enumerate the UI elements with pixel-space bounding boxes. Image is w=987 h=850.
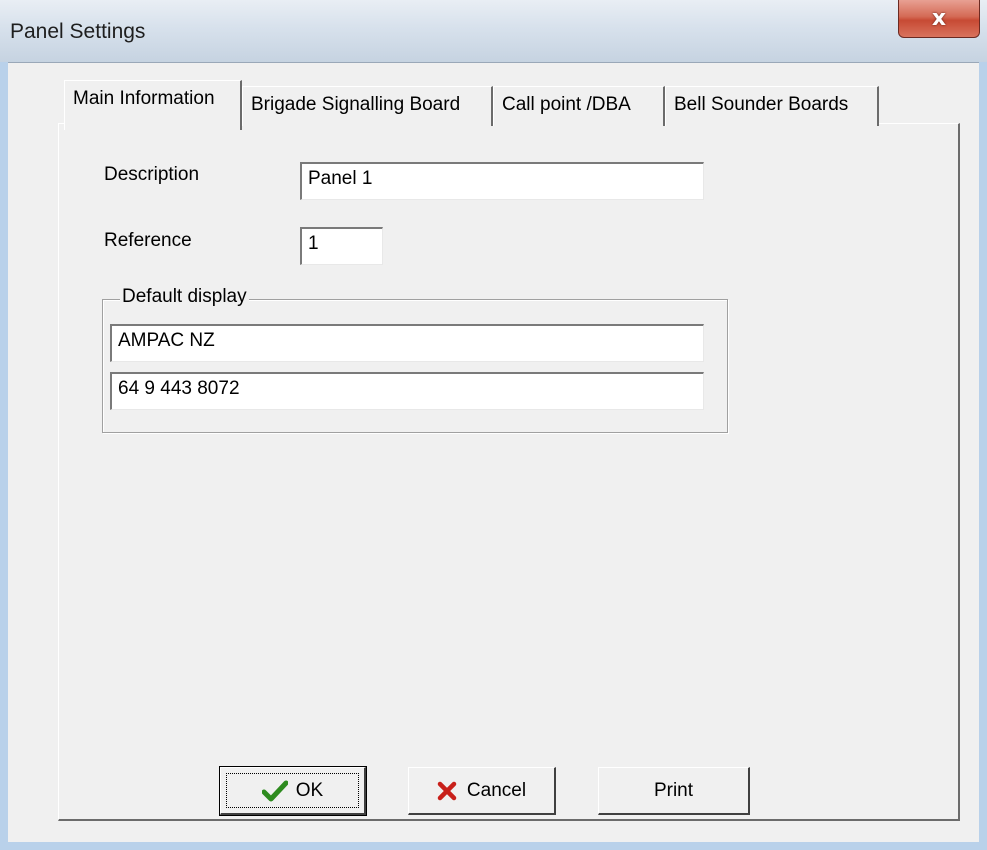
description-label: Description	[104, 164, 200, 185]
tab-call-point-dba[interactable]: Call point /DBA	[493, 86, 665, 126]
tab-label: Call point /DBA	[502, 94, 631, 115]
close-icon: x	[931, 6, 947, 31]
tab-panel-main-information	[58, 123, 960, 821]
default-display-legend: Default display	[120, 286, 249, 308]
tab-main-information[interactable]: Main Information	[64, 80, 242, 130]
reference-field[interactable]: 1	[300, 227, 383, 265]
title-bar[interactable]: Panel Settings x	[0, 0, 987, 62]
description-field[interactable]: Panel 1	[300, 162, 704, 200]
print-label: Print	[653, 779, 694, 801]
tab-label: Bell Sounder Boards	[674, 94, 849, 115]
default-display-line2-field[interactable]: 64 9 443 8072	[110, 372, 704, 410]
ok-button[interactable]: OK	[219, 766, 367, 816]
tab-label: Brigade Signalling Board	[251, 94, 461, 115]
default-display-group	[102, 299, 728, 433]
reference-label: Reference	[104, 230, 192, 251]
tab-bell-sounder-boards[interactable]: Bell Sounder Boards	[665, 86, 879, 126]
cancel-button[interactable]: Cancel	[408, 767, 556, 815]
default-display-line1-field[interactable]: AMPAC NZ	[110, 324, 704, 362]
dialog-client-area: Main Information Brigade Signalling Boar…	[8, 62, 979, 842]
panel-settings-window: Panel Settings x Main Information Brigad…	[0, 0, 987, 850]
x-icon	[437, 781, 457, 800]
cancel-label: Cancel	[466, 779, 527, 801]
window-title: Panel Settings	[10, 20, 146, 43]
focus-rectangle	[226, 773, 359, 808]
close-button[interactable]: x	[898, 0, 980, 38]
tab-brigade-signalling-board[interactable]: Brigade Signalling Board	[242, 86, 493, 126]
print-button[interactable]: Print	[598, 767, 750, 815]
tab-label: Main Information	[73, 88, 215, 109]
